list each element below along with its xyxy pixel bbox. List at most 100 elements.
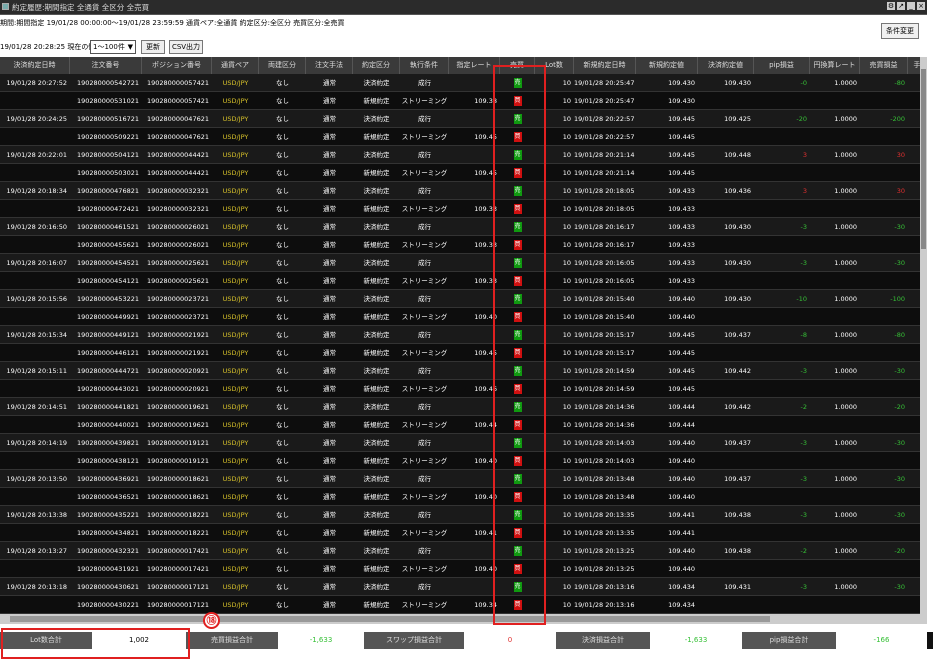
table-row[interactable]: 19/01/28 20:13:18 190280000430621 19028000… (0, 578, 927, 596)
column-header-hedge-type[interactable]: 両建区分 (259, 57, 306, 74)
cell-trade-pl: -20 (894, 547, 905, 555)
cell-pip-pl: -0 (800, 79, 807, 87)
cell-execution-condition: ストリーミング (401, 349, 448, 357)
cell-conversion-rate (810, 560, 860, 578)
cell-close-price (698, 308, 754, 326)
cell-execution-type: 決済約定 (363, 583, 390, 591)
cell-execution-condition: 成行 (418, 475, 431, 483)
column-header-position-number[interactable]: ポジション番号 (142, 57, 212, 74)
table-row[interactable]: 19/01/28 20:18:34 190280000476821 19028000… (0, 182, 927, 200)
cell-open-datetime: 19/01/28 20:13:48 (574, 493, 635, 501)
column-header-execution-condition[interactable]: 執行条件 (400, 57, 449, 74)
settings-icon[interactable]: ⚙ (887, 2, 895, 10)
table-row[interactable]: 19/01/28 20:27:52 190280000542721 19028000… (0, 74, 927, 92)
table-row[interactable]: 190280000454121 190280000025621 USD/JPY なし 通… (0, 272, 927, 290)
close-icon[interactable]: × (917, 2, 925, 10)
cell-conversion-rate: 1.0000 (834, 115, 857, 123)
table-row[interactable]: 19/01/28 20:15:34 190280000449121 19028000… (0, 326, 927, 344)
cell-order-number: 190280000453221 (76, 295, 139, 303)
column-header-order-number[interactable]: 注文番号 (70, 57, 142, 74)
cell-position-number: 190280000018621 (146, 493, 209, 501)
column-header-open-datetime[interactable]: 新規約定日時 (574, 57, 636, 74)
cell-pip-pl (754, 488, 810, 506)
table-row[interactable]: 190280000503021 190280000044421 USD/JPY なし 通… (0, 164, 927, 182)
cell-execution-type: 新規約定 (363, 205, 390, 213)
cell-trade-pl: -80 (894, 79, 905, 87)
table-row[interactable]: 190280000531021 190280000057421 USD/JPY なし 通… (0, 92, 927, 110)
column-header-execution-type[interactable]: 約定区分 (353, 57, 400, 74)
table-row[interactable]: 190280000431921 190280000017421 USD/JPY なし 通… (0, 560, 927, 578)
minimize-icon[interactable]: _ (907, 2, 915, 10)
pip-total-label: pip損益合計 (742, 632, 836, 649)
cell-execution-type: 新規約定 (363, 493, 390, 501)
cell-open-price: 109.440 (668, 493, 695, 501)
cell-conversion-rate: 1.0000 (834, 583, 857, 591)
pl-total-label: 売買損益合計 (186, 632, 278, 649)
table-row[interactable]: 19/01/28 20:24:25 190280000516721 19028000… (0, 110, 927, 128)
horizontal-scrollbar[interactable] (0, 614, 927, 624)
column-header-currency-pair[interactable]: 通貨ペア (212, 57, 259, 74)
column-header-conversion-rate[interactable]: 円換算レート (810, 57, 860, 74)
cell-conversion-rate (810, 416, 860, 434)
cell-order-number: 190280000509221 (76, 133, 139, 141)
table-row[interactable]: 190280000434821 190280000018221 USD/JPY なし 通… (0, 524, 927, 542)
table-row[interactable]: 190280000440021 190280000019621 USD/JPY なし 通… (0, 416, 927, 434)
cell-position-number: 190280000047621 (146, 115, 209, 123)
column-header-close-price[interactable]: 決済約定値 (698, 57, 754, 74)
table-row[interactable]: 19/01/28 20:15:56 190280000453221 19028000… (0, 290, 927, 308)
table-row[interactable]: 190280000472421 190280000032321 USD/JPY なし 通… (0, 200, 927, 218)
cell-order-method: 通常 (323, 313, 336, 321)
table-row[interactable]: 190280000438121 190280000019121 USD/JPY なし 通… (0, 452, 927, 470)
range-select[interactable]: 1～100件 ▼ (90, 40, 136, 54)
cell-execution-type: 新規約定 (363, 349, 390, 357)
cell-execution-condition: 成行 (418, 403, 431, 411)
column-header-order-method[interactable]: 注文手法 (306, 57, 353, 74)
cell-close-price: 109.448 (724, 151, 751, 159)
table-row[interactable]: 190280000446121 190280000021921 USD/JPY なし 通… (0, 344, 927, 362)
conditions-text: 期間:期間指定 19/01/28 00:00:00～19/01/28 23:59… (0, 19, 345, 27)
table-row[interactable]: 190280000455621 190280000026021 USD/JPY なし 通… (0, 236, 927, 254)
lot-total-highlight (1, 628, 190, 659)
cell-trade-pl (860, 380, 908, 398)
vertical-scrollbar[interactable] (920, 57, 927, 614)
cell-pip-pl: -2 (800, 403, 807, 411)
popout-icon[interactable]: ↗ (897, 2, 905, 10)
vertical-scroll-thumb[interactable] (921, 69, 926, 249)
csv-export-button[interactable]: CSV出力 (169, 40, 203, 54)
table-row[interactable]: 190280000509221 190280000047621 USD/JPY なし 通… (0, 128, 927, 146)
table-row[interactable]: 19/01/28 20:16:07 190280000454521 19028000… (0, 254, 927, 272)
cell-execution-type: 新規約定 (363, 565, 390, 573)
table-row[interactable]: 190280000430221 190280000017121 USD/JPY なし 通… (0, 596, 927, 614)
column-header-trade-pl[interactable]: 売買損益 (860, 57, 908, 74)
cell-open-datetime: 19/01/28 20:16:05 (574, 277, 635, 285)
change-conditions-button[interactable]: 条件変更 (881, 23, 919, 39)
table-row[interactable]: 19/01/28 20:13:27 190280000432321 19028000… (0, 542, 927, 560)
update-button[interactable]: 更新 (141, 40, 165, 54)
table-row[interactable]: 190280000436521 190280000018621 USD/JPY なし 通… (0, 488, 927, 506)
table-row[interactable]: 19/01/28 20:14:19 190280000439821 19028000… (0, 434, 927, 452)
cell-execution-type: 新規約定 (363, 241, 390, 249)
column-header-pip-pl[interactable]: pip損益 (754, 57, 810, 74)
table-row[interactable]: 19/01/28 20:13:50 190280000436921 19028000… (0, 470, 927, 488)
cell-position-number: 190280000017421 (146, 547, 209, 555)
cell-position-number: 190280000018221 (146, 511, 209, 519)
cell-execution-type: 決済約定 (363, 295, 390, 303)
table-row[interactable]: 19/01/28 20:15:11 190280000444721 19028000… (0, 362, 927, 380)
table-row[interactable]: 19/01/28 20:13:38 190280000435221 19028000… (0, 506, 927, 524)
table-row[interactable]: 190280000443021 190280000020921 USD/JPY なし 通… (0, 380, 927, 398)
cell-open-datetime: 19/01/28 20:13:48 (574, 475, 635, 483)
table-row[interactable]: 19/01/28 20:16:50 190280000461521 19028000… (0, 218, 927, 236)
column-header-settle-datetime[interactable]: 決済約定日時 (0, 57, 70, 74)
horizontal-scroll-thumb[interactable] (10, 616, 770, 622)
cell-close-price (698, 164, 754, 182)
cell-order-method: 通常 (323, 529, 336, 537)
column-header-open-price[interactable]: 新規約定値 (636, 57, 698, 74)
pl-total-value: -1,633 (278, 632, 364, 649)
table-row[interactable]: 19/01/28 20:22:01 190280000504121 19028000… (0, 146, 927, 164)
table-row[interactable]: 190280000449921 190280000023721 USD/JPY なし 通… (0, 308, 927, 326)
cell-open-datetime: 19/01/28 20:15:17 (574, 331, 635, 339)
cell-execution-type: 決済約定 (363, 151, 390, 159)
cell-currency-pair: USD/JPY (222, 403, 249, 411)
table-row[interactable]: 19/01/28 20:14:51 190280000441821 19028000… (0, 398, 927, 416)
as-of-text: 19/01/28 20:28:25 現在の情報 (0, 43, 103, 51)
